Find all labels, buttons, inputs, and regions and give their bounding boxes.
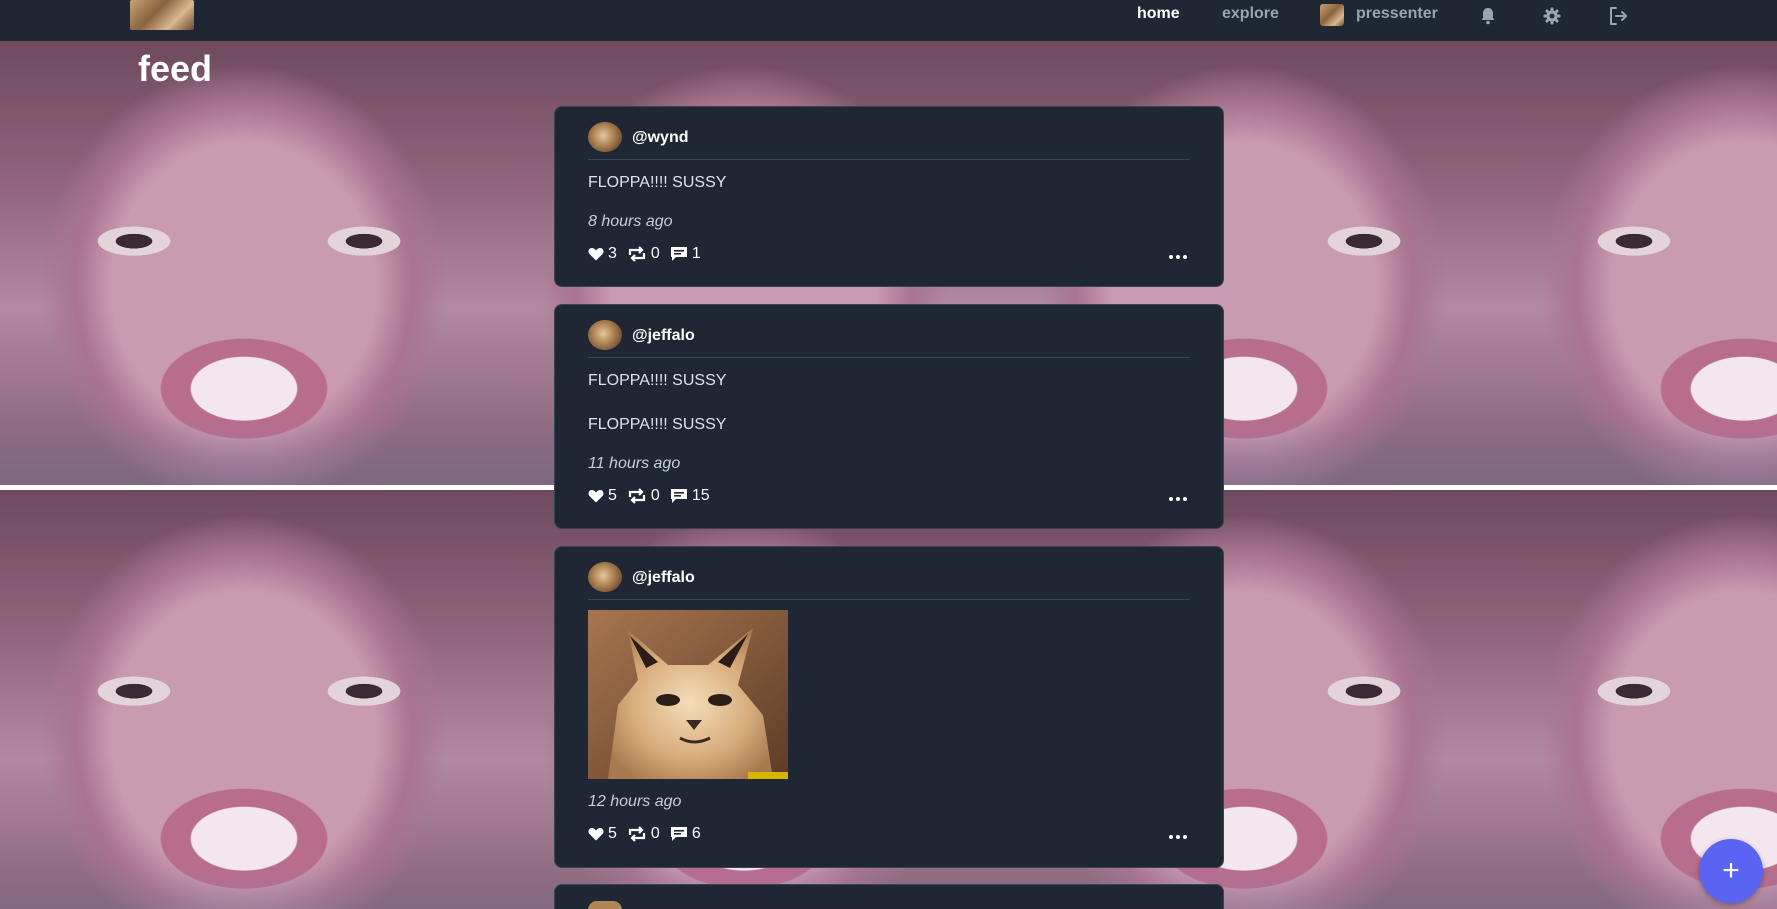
heart-icon xyxy=(588,248,604,261)
post-image[interactable] xyxy=(588,610,788,779)
repost-count: 0 xyxy=(650,245,660,262)
like-count: 5 xyxy=(608,825,617,842)
author-avatar[interactable] xyxy=(588,320,622,350)
nav-home-link[interactable]: home xyxy=(1137,5,1180,23)
author-handle[interactable]: @wynd xyxy=(632,129,689,147)
post-card: @jeffalo FLOPPA!!!! SUSSY FLOPPA!!!! SUS… xyxy=(554,304,1224,529)
post-actions: 5 0 15 xyxy=(588,487,720,505)
gear-icon[interactable] xyxy=(1541,5,1563,27)
like-button[interactable]: 5 xyxy=(588,825,617,843)
heart-icon xyxy=(588,828,604,841)
like-button[interactable]: 3 xyxy=(588,245,617,263)
post-text: FLOPPA!!!! SUSSY xyxy=(588,174,727,191)
repost-icon xyxy=(628,488,646,504)
post-header: @jeffalo xyxy=(588,320,1190,358)
bell-icon[interactable] xyxy=(1477,5,1499,27)
comment-button[interactable]: 1 xyxy=(670,245,701,263)
more-options-icon[interactable] xyxy=(1166,489,1190,509)
nav-profile-link[interactable]: pressenter xyxy=(1356,5,1438,23)
post-text: FLOPPA!!!! SUSSY xyxy=(588,372,727,389)
new-post-button[interactable]: + xyxy=(1699,839,1763,903)
page-title: feed xyxy=(138,48,213,89)
heart-icon xyxy=(588,490,604,503)
comment-button[interactable]: 6 xyxy=(670,825,701,843)
comment-button[interactable]: 15 xyxy=(670,487,710,505)
user-avatar[interactable] xyxy=(1320,4,1344,26)
post-timestamp[interactable]: 8 hours ago xyxy=(588,213,673,231)
post-actions: 5 0 6 xyxy=(588,825,711,843)
post-timestamp[interactable]: 11 hours ago xyxy=(588,455,680,473)
comment-count: 15 xyxy=(691,487,710,504)
like-button[interactable]: 5 xyxy=(588,487,617,505)
post-card xyxy=(554,884,1224,909)
author-avatar[interactable] xyxy=(588,901,622,909)
repost-button[interactable]: 0 xyxy=(627,487,660,505)
comment-icon xyxy=(670,827,687,841)
post-actions: 3 0 1 xyxy=(588,245,711,263)
repost-icon xyxy=(628,246,646,262)
repost-button[interactable]: 0 xyxy=(627,825,660,843)
logout-icon[interactable] xyxy=(1607,5,1629,27)
post-text: FLOPPA!!!! SUSSY xyxy=(588,416,727,433)
comment-icon xyxy=(670,489,687,503)
comment-count: 1 xyxy=(691,245,701,262)
nav-explore-link[interactable]: explore xyxy=(1222,5,1279,23)
site-logo[interactable] xyxy=(130,0,194,30)
like-count: 5 xyxy=(608,487,617,504)
comment-count: 6 xyxy=(691,825,701,842)
author-handle[interactable]: @jeffalo xyxy=(632,569,695,587)
author-avatar[interactable] xyxy=(588,122,622,152)
repost-icon xyxy=(628,826,646,842)
repost-count: 0 xyxy=(650,487,660,504)
author-avatar[interactable] xyxy=(588,562,622,592)
post-card: @wynd FLOPPA!!!! SUSSY 8 hours ago 3 0 1 xyxy=(554,106,1224,287)
post-card: @jeffalo 12 hours ago 5 0 6 xyxy=(554,546,1224,868)
post-header: @jeffalo xyxy=(588,562,1190,600)
more-options-icon[interactable] xyxy=(1166,827,1190,847)
repost-button[interactable]: 0 xyxy=(627,245,660,263)
author-handle[interactable]: @jeffalo xyxy=(632,327,695,345)
top-navigation-bar: home explore pressenter xyxy=(0,0,1777,41)
post-header: @wynd xyxy=(588,122,1190,160)
comment-icon xyxy=(670,247,687,261)
more-options-icon[interactable] xyxy=(1166,247,1190,267)
post-timestamp[interactable]: 12 hours ago xyxy=(588,793,681,811)
repost-count: 0 xyxy=(650,825,660,842)
like-count: 3 xyxy=(608,245,617,262)
